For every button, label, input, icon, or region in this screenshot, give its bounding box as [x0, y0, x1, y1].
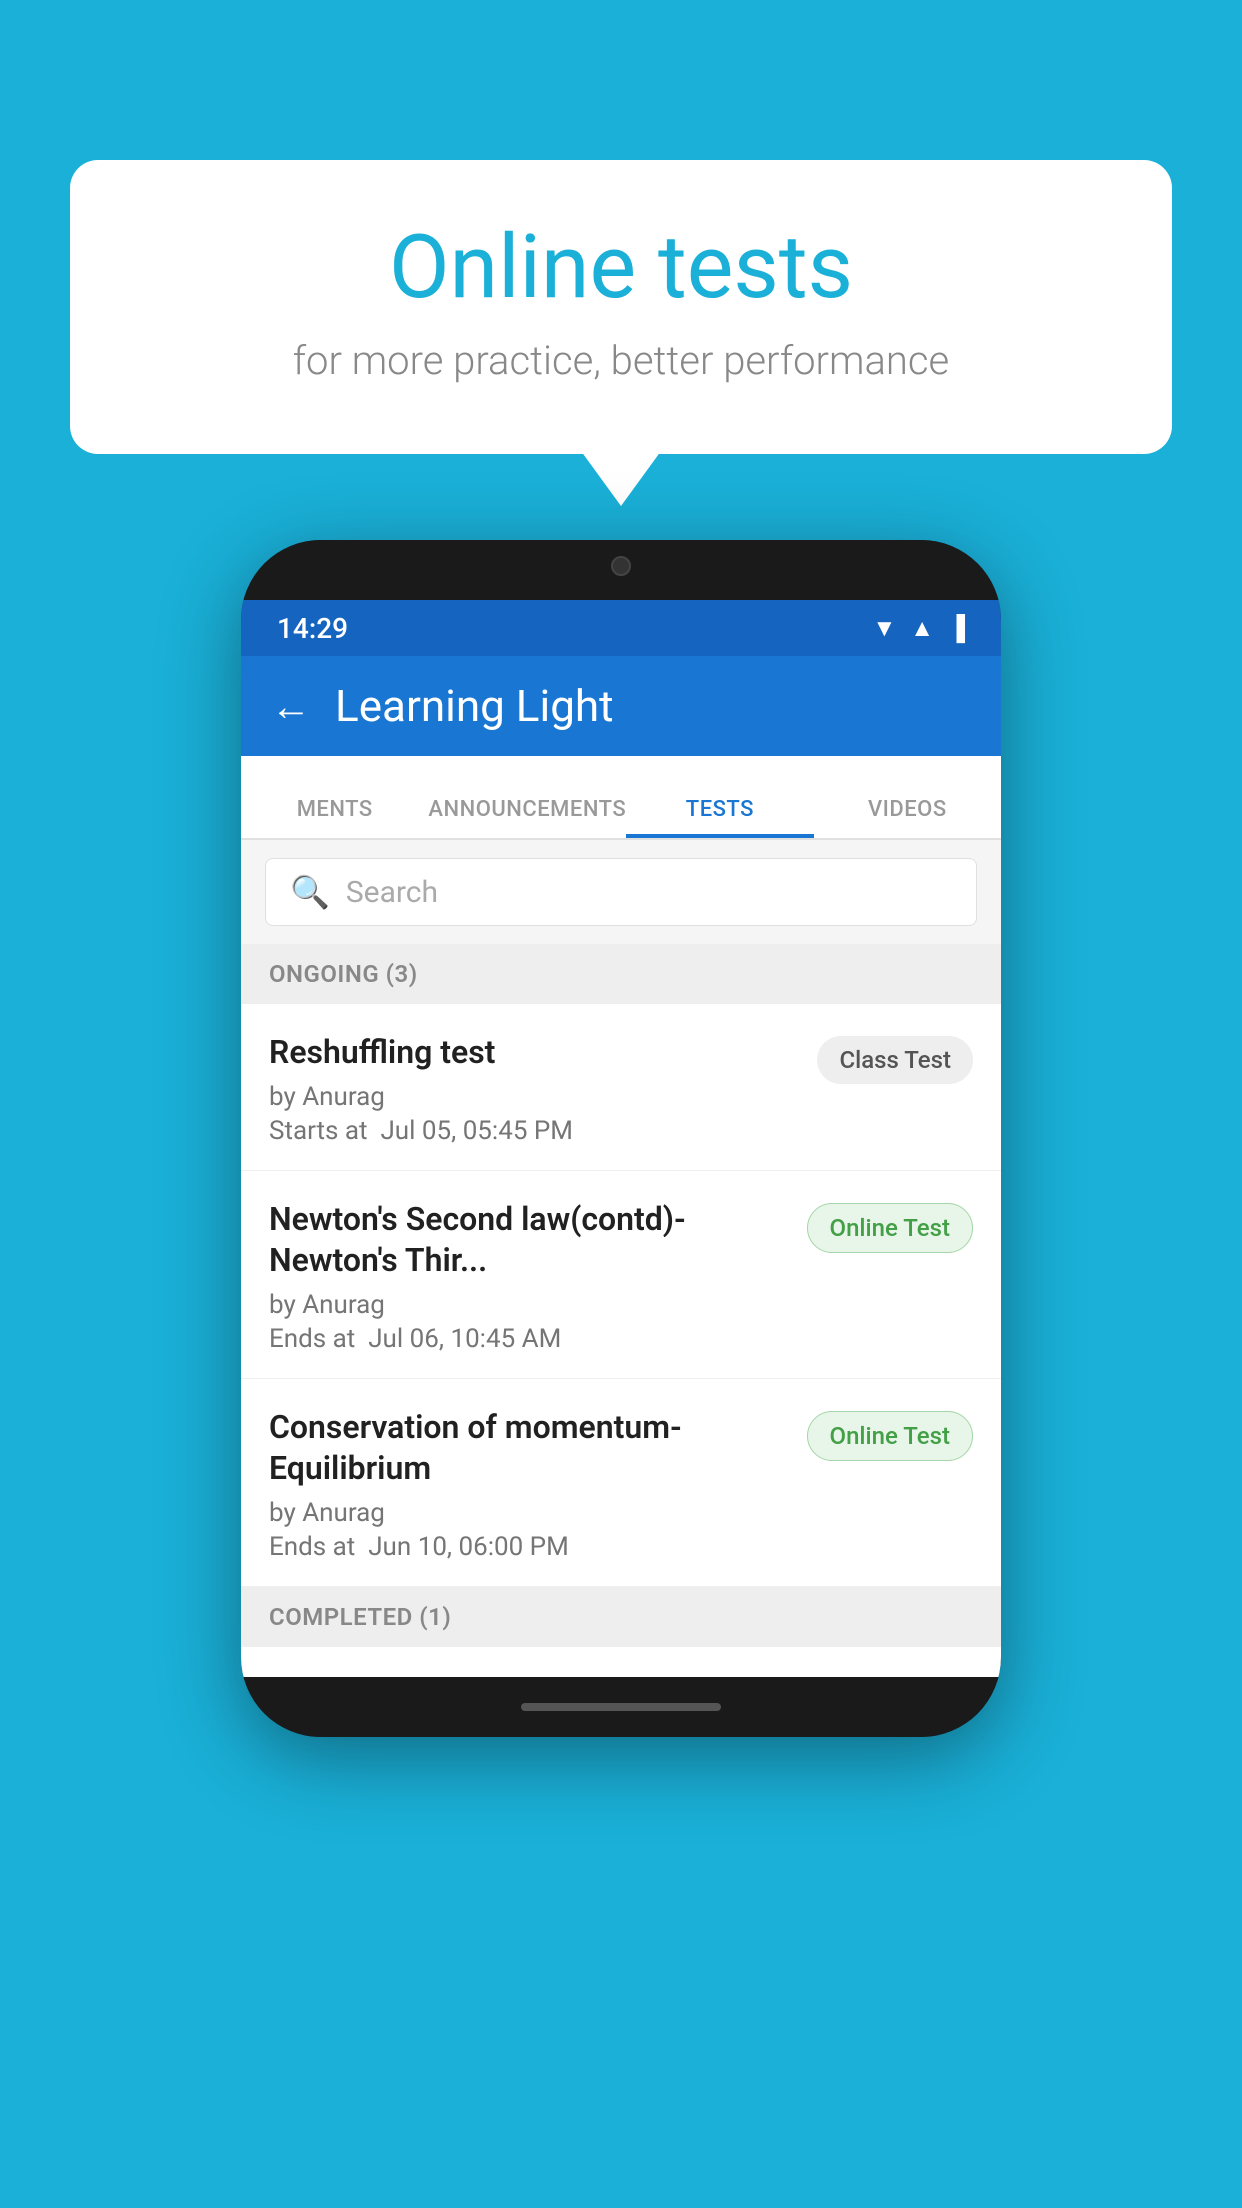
- app-bar: ← Learning Light: [241, 656, 1001, 756]
- phone-mockup: 14:29 ▼ ▲ ▐ ← Learning Light MENTS ANNOU…: [241, 540, 1001, 1737]
- battery-icon: ▐: [948, 614, 965, 643]
- test-date: Ends at Jul 06, 10:45 AM: [269, 1324, 791, 1354]
- test-date: Ends at Jun 10, 06:00 PM: [269, 1532, 791, 1562]
- home-indicator: [521, 1703, 721, 1711]
- screen-content: 🔍 Search ONGOING (3) Reshuffling test by…: [241, 840, 1001, 1677]
- phone-frame: 14:29 ▼ ▲ ▐ ← Learning Light MENTS ANNOU…: [241, 540, 1001, 1737]
- phone-frame-bottom: [241, 1677, 1001, 1737]
- test-info: Reshuffling test by Anurag Starts at Jul…: [269, 1032, 801, 1146]
- test-info: Conservation of momentum-Equilibrium by …: [269, 1407, 791, 1562]
- tab-videos[interactable]: VIDEOS: [814, 797, 1001, 838]
- test-author: by Anurag: [269, 1498, 791, 1528]
- front-camera: [611, 556, 631, 576]
- app-bar-title: Learning Light: [335, 680, 614, 732]
- wifi-icon: ▼: [872, 614, 896, 643]
- ongoing-section-header: ONGOING (3): [241, 944, 1001, 1004]
- phone-bottom: [241, 1647, 1001, 1677]
- camera-notch: [541, 540, 701, 592]
- test-author: by Anurag: [269, 1290, 791, 1320]
- signal-icon: ▲: [910, 614, 934, 643]
- test-badge-online: Online Test: [807, 1411, 973, 1461]
- tab-tests[interactable]: TESTS: [626, 797, 813, 838]
- test-title: Conservation of momentum-Equilibrium: [269, 1407, 791, 1490]
- tab-ments[interactable]: MENTS: [241, 797, 428, 838]
- test-badge-online: Online Test: [807, 1203, 973, 1253]
- tab-announcements[interactable]: ANNOUNCEMENTS: [428, 797, 626, 838]
- status-icons: ▼ ▲ ▐: [872, 614, 965, 643]
- completed-section-header: COMPLETED (1): [241, 1587, 1001, 1647]
- test-title: Newton's Second law(contd)-Newton's Thir…: [269, 1199, 791, 1282]
- phone-screen-top: [241, 540, 1001, 600]
- test-date: Starts at Jul 05, 05:45 PM: [269, 1116, 801, 1146]
- search-container: 🔍 Search: [241, 840, 1001, 944]
- back-button[interactable]: ←: [271, 683, 311, 730]
- test-list: Reshuffling test by Anurag Starts at Jul…: [241, 1004, 1001, 1587]
- test-item[interactable]: Conservation of momentum-Equilibrium by …: [241, 1379, 1001, 1587]
- test-info: Newton's Second law(contd)-Newton's Thir…: [269, 1199, 791, 1354]
- test-badge-class: Class Test: [817, 1036, 973, 1084]
- status-bar: 14:29 ▼ ▲ ▐: [241, 600, 1001, 656]
- tabs-bar: MENTS ANNOUNCEMENTS TESTS VIDEOS: [241, 756, 1001, 840]
- search-bar[interactable]: 🔍 Search: [265, 858, 977, 926]
- bubble-subtitle: for more practice, better performance: [150, 337, 1092, 384]
- test-title: Reshuffling test: [269, 1032, 801, 1074]
- search-icon: 🔍: [290, 873, 330, 911]
- test-item[interactable]: Newton's Second law(contd)-Newton's Thir…: [241, 1171, 1001, 1379]
- bubble-title: Online tests: [150, 220, 1092, 317]
- status-time: 14:29: [277, 612, 348, 645]
- search-placeholder: Search: [346, 875, 438, 910]
- test-item[interactable]: Reshuffling test by Anurag Starts at Jul…: [241, 1004, 1001, 1171]
- test-author: by Anurag: [269, 1082, 801, 1112]
- speech-bubble: Online tests for more practice, better p…: [70, 160, 1172, 454]
